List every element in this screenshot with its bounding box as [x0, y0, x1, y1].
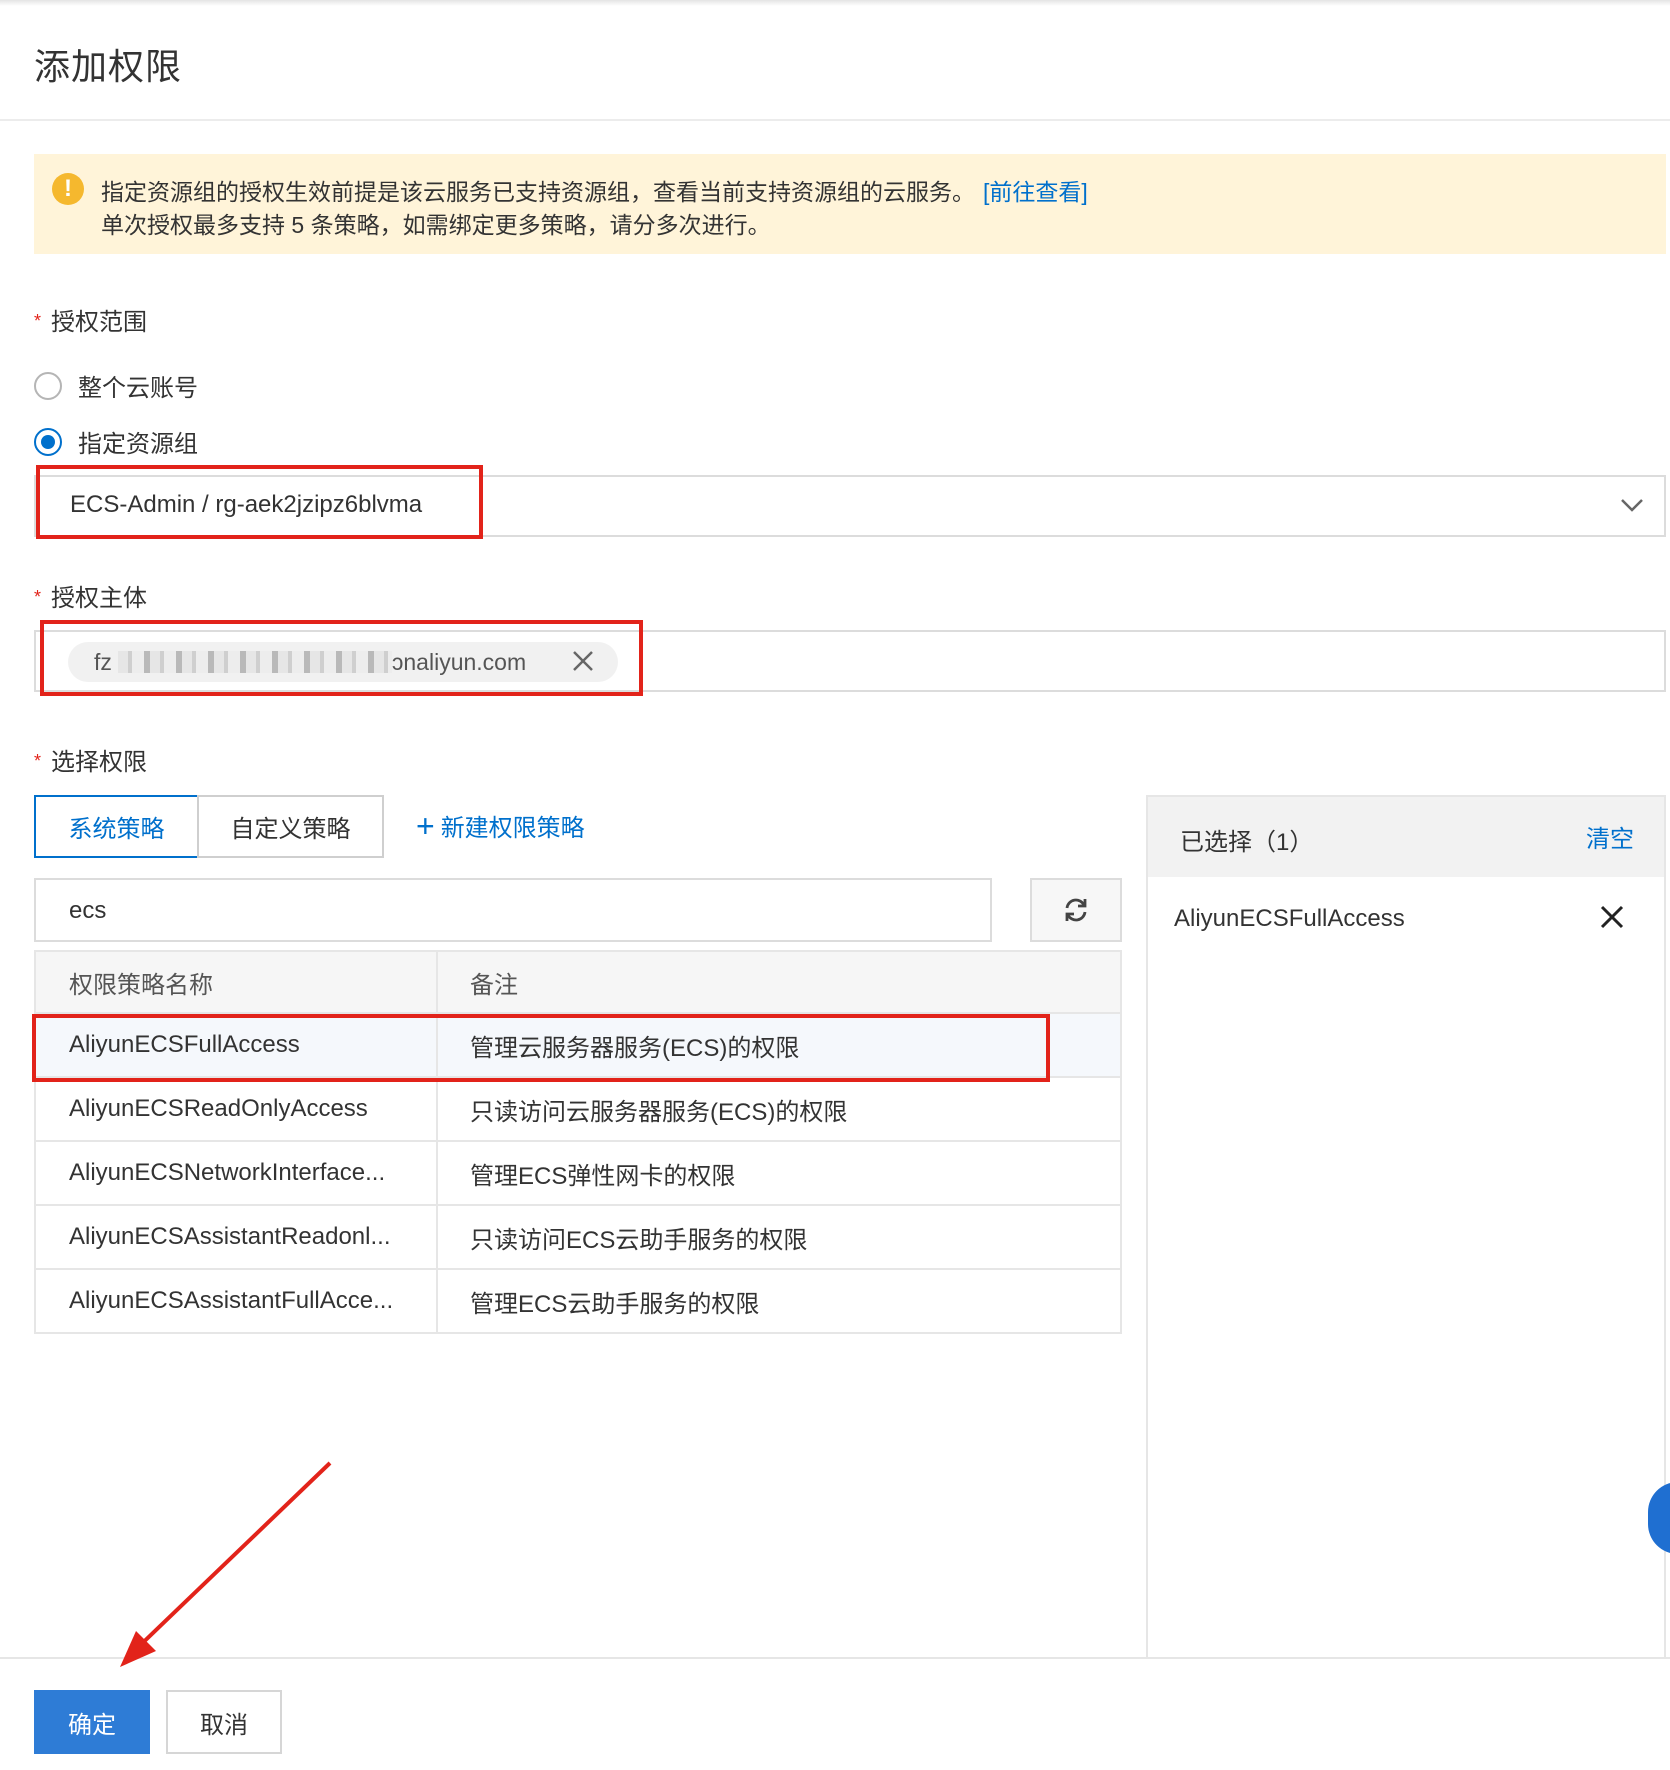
principal-tag-prefix: fz — [94, 648, 112, 675]
search-value: ecs — [69, 897, 107, 924]
scope-label-text: 授权范围 — [51, 309, 148, 336]
table-row[interactable]: AliyunECSReadOnlyAccess 只读访问云服务器服务(ECS)的… — [34, 1078, 1122, 1142]
selected-panel-header: 已选择（1） 清空 — [1148, 797, 1664, 877]
resource-group-value: ECS-Admin / rg-aek2jzipz6blvma — [70, 491, 423, 518]
scope-label: * 授权范围 — [34, 302, 147, 337]
clear-button[interactable]: 清空 — [1586, 819, 1634, 854]
table-row[interactable]: AliyunECSNetworkInterface... 管理ECS弹性网卡的权… — [34, 1142, 1122, 1206]
policy-note: 只读访问云服务器服务(ECS)的权限 — [470, 1098, 848, 1126]
notice-line2: 单次授权最多支持 5 条策略，如需绑定更多策略，请分多次进行。 — [101, 212, 771, 238]
radio-circle-checked[interactable] — [34, 427, 62, 456]
radio-resource-group[interactable]: 指定资源组 — [34, 424, 198, 459]
policy-name: AliyunECSNetworkInterface... — [36, 1142, 438, 1204]
redacted-blur — [117, 651, 392, 673]
principal-input[interactable]: fz ɔnaliyun.com — [34, 630, 1666, 692]
permissions-label: * 选择权限 — [34, 742, 147, 777]
required-mark: * — [34, 751, 42, 771]
principal-tag: fz ɔnaliyun.com — [68, 642, 618, 682]
chevron-down-icon[interactable] — [1618, 491, 1646, 519]
dialog-title: 添加权限 — [34, 46, 183, 87]
annotation-arrow-icon — [120, 1461, 332, 1667]
radio-label: 指定资源组 — [78, 431, 198, 458]
required-mark: * — [34, 311, 42, 331]
new-policy-link[interactable]: + 新建权限策略 — [416, 808, 585, 843]
notice-text: 指定资源组的授权生效前提是该云服务已支持资源组，查看当前支持资源组的云服务。 — [101, 179, 975, 205]
policy-name: AliyunECSAssistantFullAcce... — [36, 1270, 438, 1332]
refresh-icon — [1065, 898, 1087, 922]
principal-label: * 授权主体 — [34, 578, 147, 613]
plus-icon: + — [416, 807, 435, 844]
radio-whole-account[interactable]: 整个云账号 — [34, 368, 198, 403]
radio-label: 整个云账号 — [78, 375, 198, 402]
policy-search-input[interactable]: ecs — [34, 878, 992, 942]
policy-note: 管理ECS云助手服务的权限 — [470, 1290, 760, 1318]
policy-table: 权限策略名称 备注 AliyunECSFullAccess 管理云服务器服务(E… — [34, 950, 1122, 1334]
resource-group-select[interactable]: ECS-Admin / rg-aek2jzipz6blvma — [34, 475, 1666, 537]
table-row[interactable]: AliyunECSAssistantReadonl... 只读访问ECS云助手服… — [34, 1206, 1122, 1270]
notice-banner: ! 指定资源组的授权生效前提是该云服务已支持资源组，查看当前支持资源组的云服务。… — [34, 154, 1666, 254]
permissions-label-text: 选择权限 — [51, 749, 148, 776]
new-policy-label: 新建权限策略 — [440, 815, 585, 842]
column-header-name: 权限策略名称 — [36, 952, 438, 1012]
policy-name: AliyunECSFullAccess — [36, 1014, 438, 1076]
cancel-button[interactable]: 取消 — [166, 1690, 282, 1754]
table-header-row: 权限策略名称 备注 — [34, 950, 1122, 1014]
table-row[interactable]: AliyunECSAssistantFullAcce... 管理ECS云助手服务… — [34, 1270, 1122, 1334]
principal-label-text: 授权主体 — [51, 585, 148, 612]
refresh-button[interactable] — [1030, 878, 1122, 942]
principal-tag-suffix: ɔnaliyun.com — [391, 648, 527, 675]
footer-divider — [0, 1657, 1670, 1659]
notice-line1: 指定资源组的授权生效前提是该云服务已支持资源组，查看当前支持资源组的云服务。 [前… — [101, 173, 1088, 207]
selected-panel-title: 已选择（1） — [1180, 829, 1314, 856]
confirm-button[interactable]: 确定 — [34, 1690, 150, 1754]
required-mark: * — [34, 587, 42, 607]
header-divider — [0, 119, 1670, 121]
view-supported-services-link[interactable]: [前往查看] — [983, 179, 1088, 205]
column-header-note: 备注 — [470, 971, 518, 999]
policy-name: AliyunECSReadOnlyAccess — [36, 1078, 438, 1140]
close-icon[interactable] — [1598, 903, 1626, 931]
policy-note: 只读访问ECS云助手服务的权限 — [470, 1226, 808, 1254]
close-icon[interactable] — [570, 648, 596, 674]
table-row[interactable]: AliyunECSFullAccess 管理云服务器服务(ECS)的权限 — [34, 1014, 1122, 1078]
policy-note: 管理ECS弹性网卡的权限 — [470, 1162, 736, 1190]
tab-system-policy[interactable]: 系统策略 — [34, 795, 199, 858]
policy-name: AliyunECSAssistantReadonl... — [36, 1206, 438, 1268]
radio-circle[interactable] — [34, 371, 62, 400]
warning-icon: ! — [52, 173, 84, 205]
top-shadow — [0, 0, 1670, 6]
selected-panel: 已选择（1） 清空 AliyunECSFullAccess — [1146, 795, 1666, 1658]
selected-policy-item: AliyunECSFullAccess — [1174, 905, 1405, 932]
policy-note: 管理云服务器服务(ECS)的权限 — [470, 1034, 800, 1062]
tab-custom-policy[interactable]: 自定义策略 — [197, 795, 384, 858]
